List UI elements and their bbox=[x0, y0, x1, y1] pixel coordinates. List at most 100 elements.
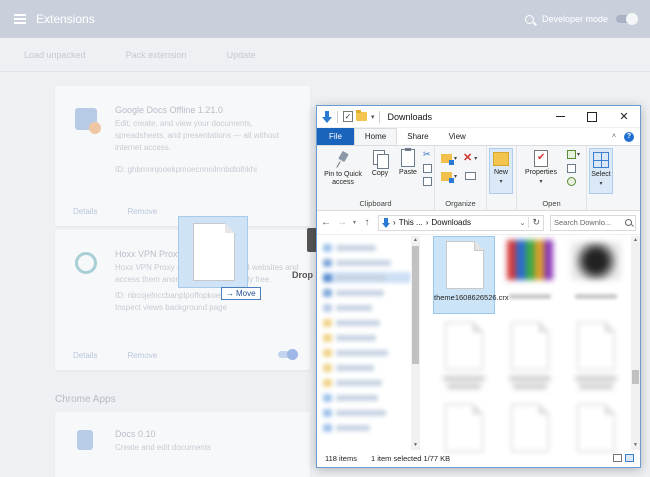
cut-button[interactable]: ✂ bbox=[423, 150, 431, 159]
search-icon[interactable] bbox=[524, 14, 534, 24]
refresh-icon[interactable]: ↻ bbox=[528, 217, 540, 228]
minimize-button[interactable] bbox=[544, 106, 576, 128]
nav-row[interactable] bbox=[323, 272, 411, 283]
details-button[interactable]: Details bbox=[73, 351, 97, 360]
nav-row[interactable] bbox=[323, 302, 411, 313]
nav-row[interactable] bbox=[323, 422, 411, 433]
maximize-button[interactable] bbox=[576, 106, 608, 128]
close-button[interactable]: ✕ bbox=[608, 106, 640, 128]
extension-enable-toggle[interactable] bbox=[278, 349, 298, 360]
copy-button[interactable]: Copy bbox=[369, 150, 391, 178]
file-icon bbox=[577, 404, 615, 452]
remove-button[interactable]: Remove bbox=[127, 207, 157, 216]
nav-row[interactable] bbox=[323, 242, 411, 253]
paste-shortcut-button[interactable] bbox=[423, 177, 432, 186]
up-arrow-icon[interactable]: ↑ bbox=[362, 217, 372, 228]
properties-button[interactable]: Properties ▾ bbox=[521, 150, 561, 186]
forward-arrow-icon[interactable]: → bbox=[337, 217, 347, 228]
nav-row[interactable] bbox=[323, 347, 411, 358]
quick-access-arrow-icon[interactable] bbox=[322, 110, 332, 123]
scroll-up-icon[interactable]: ▲ bbox=[411, 236, 420, 245]
move-to-button[interactable]: ▾ bbox=[441, 154, 457, 165]
back-arrow-icon[interactable]: ← bbox=[321, 217, 331, 228]
copy-path-button[interactable] bbox=[423, 164, 432, 173]
address-bar[interactable]: › This ... › Downloads ⌄ ↻ bbox=[378, 214, 544, 231]
file-item[interactable] bbox=[565, 318, 627, 396]
nav-row[interactable] bbox=[323, 257, 411, 268]
organize-group-label: Organize bbox=[445, 199, 476, 208]
delete-icon: ✕ bbox=[463, 152, 473, 164]
tab-file[interactable]: File bbox=[317, 128, 354, 145]
breadcrumb-separator: › bbox=[425, 218, 429, 227]
blurred-file-name bbox=[447, 384, 481, 389]
menu-icon[interactable] bbox=[14, 14, 26, 24]
extension-id: ID: ghbmnnjooekpmoecnnnilnnbdlolhkhi bbox=[115, 165, 257, 174]
clipboard-group: Pin to Quick access Copy Paste ✂ Clipboa… bbox=[317, 146, 435, 210]
app-name: Docs 0.10 bbox=[115, 429, 156, 439]
image-thumbnail bbox=[571, 242, 621, 280]
tab-share[interactable]: Share bbox=[397, 128, 438, 145]
navigation-scrollbar[interactable]: ▲ ▼ bbox=[411, 236, 420, 450]
navigation-pane[interactable]: ▲ ▼ bbox=[317, 236, 421, 450]
customize-toolbar-icon[interactable]: ▾ bbox=[371, 113, 375, 121]
edit-button[interactable] bbox=[567, 164, 576, 173]
file-icon bbox=[511, 404, 549, 452]
hoxx-vpn-icon bbox=[75, 252, 97, 274]
copy-to-icon bbox=[441, 172, 454, 183]
update-button[interactable]: Update bbox=[227, 50, 256, 60]
file-explorer-window[interactable]: ✓ ▾ Downloads ✕ File Home Share View ˄ ?… bbox=[316, 105, 641, 468]
open-button[interactable]: ▾ bbox=[567, 150, 580, 159]
developer-mode-toggle[interactable] bbox=[616, 13, 638, 25]
file-item[interactable] bbox=[433, 318, 495, 396]
details-button[interactable]: Details bbox=[73, 207, 97, 216]
docs-offline-icon bbox=[75, 108, 101, 134]
rename-button[interactable] bbox=[465, 172, 476, 180]
pin-to-quick-access-button[interactable]: Pin to Quick access bbox=[321, 152, 365, 187]
recent-locations-icon[interactable]: ▾ bbox=[353, 219, 356, 226]
copy-icon bbox=[373, 150, 389, 169]
select-button[interactable]: Select ▾ bbox=[589, 148, 613, 194]
new-folder-icon[interactable] bbox=[356, 110, 367, 121]
nav-row[interactable] bbox=[323, 392, 411, 403]
title-bar[interactable]: ✓ ▾ Downloads ✕ bbox=[317, 106, 640, 128]
pack-extension-button[interactable]: Pack extension bbox=[126, 50, 187, 60]
scrollbar-thumb[interactable] bbox=[412, 246, 419, 364]
paste-icon bbox=[401, 148, 415, 167]
search-input[interactable]: Search Downlo... bbox=[550, 214, 636, 231]
tab-view[interactable]: View bbox=[439, 128, 476, 145]
tab-home[interactable]: Home bbox=[353, 128, 398, 145]
address-dropdown-icon[interactable]: ⌄ bbox=[520, 219, 526, 227]
paste-button[interactable]: Paste bbox=[397, 148, 419, 177]
file-list[interactable]: theme1608626526.crx bbox=[425, 236, 631, 452]
copy-to-button[interactable]: ▾ bbox=[441, 172, 457, 183]
inspect-views-link[interactable]: Inspect views background page bbox=[115, 302, 305, 314]
scrollbar-thumb[interactable] bbox=[632, 370, 639, 384]
large-icons-view-icon[interactable] bbox=[625, 454, 634, 462]
file-list-scrollbar[interactable]: ▲ ▼ bbox=[631, 236, 640, 450]
properties-check-icon[interactable]: ✓ bbox=[343, 111, 353, 122]
nav-row[interactable] bbox=[323, 377, 411, 388]
file-item[interactable] bbox=[565, 236, 627, 314]
nav-row[interactable] bbox=[323, 287, 411, 298]
history-button[interactable] bbox=[567, 177, 576, 186]
breadcrumb-this-pc[interactable]: This ... bbox=[399, 218, 423, 227]
help-icon[interactable]: ? bbox=[624, 131, 634, 142]
nav-row[interactable] bbox=[323, 317, 411, 328]
details-view-icon[interactable] bbox=[613, 454, 622, 462]
new-folder-button[interactable]: New ▾ bbox=[489, 148, 513, 194]
nav-row[interactable] bbox=[323, 362, 411, 373]
collapse-ribbon-icon[interactable]: ˄ bbox=[612, 133, 616, 140]
breadcrumb-downloads[interactable]: Downloads bbox=[431, 218, 471, 227]
file-item[interactable] bbox=[499, 236, 561, 314]
file-item[interactable] bbox=[499, 318, 561, 396]
scroll-up-icon[interactable]: ▲ bbox=[631, 236, 640, 245]
nav-row[interactable] bbox=[323, 407, 411, 418]
delete-button[interactable]: ✕ ▾ bbox=[463, 152, 477, 164]
file-item-selected[interactable]: theme1608626526.crx bbox=[433, 236, 509, 314]
load-unpacked-button[interactable]: Load unpacked bbox=[24, 50, 86, 60]
nav-row[interactable] bbox=[323, 332, 411, 343]
remove-button[interactable]: Remove bbox=[127, 351, 157, 360]
blurred-file-name bbox=[575, 376, 617, 381]
crx-file-icon bbox=[446, 241, 484, 289]
status-bar: 118 items 1 item selected 1/77 KB bbox=[317, 449, 640, 467]
